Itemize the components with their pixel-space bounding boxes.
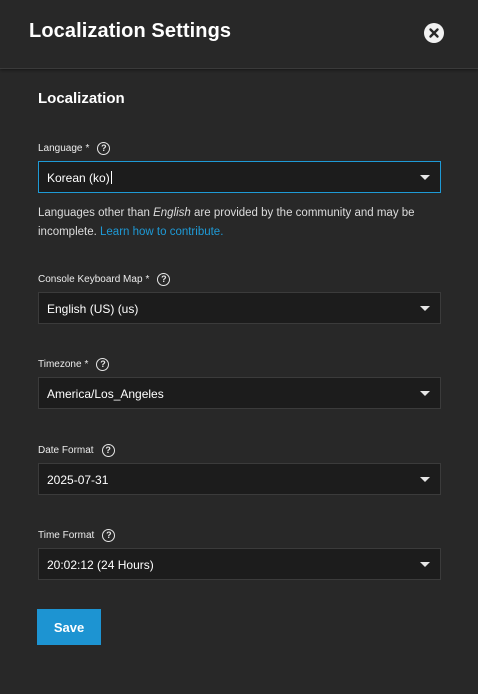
timezone-label-row: Timezone * ? — [38, 356, 441, 372]
language-hint: Languages other than English are provide… — [38, 204, 448, 242]
hint-emphasis: English — [153, 207, 191, 219]
time-format-select-value: 20:02:12 (24 Hours) — [47, 558, 154, 572]
timezone-select[interactable]: America/Los_Angeles — [38, 377, 441, 409]
keyboard-map-label: Console Keyboard Map — [38, 273, 143, 285]
date-format-label: Date Format — [38, 444, 94, 456]
time-format-field: Time Format ? 20:02:12 (24 Hours) — [38, 527, 441, 580]
time-format-select[interactable]: 20:02:12 (24 Hours) — [38, 548, 441, 580]
close-icon — [429, 28, 439, 38]
dialog-title: Localization Settings — [29, 20, 232, 42]
keyboard-map-select[interactable]: English (US) (us) — [38, 292, 441, 324]
chevron-down-icon — [420, 391, 430, 396]
time-format-label-row: Time Format ? — [38, 527, 441, 543]
hint-text-1: Languages other than — [38, 207, 154, 219]
required-mark: * — [145, 273, 150, 285]
language-select-value: Korean (ko) — [47, 171, 112, 185]
date-format-select-value: 2025-07-31 — [47, 473, 109, 487]
close-button[interactable] — [424, 23, 444, 43]
time-format-label: Time Format — [38, 529, 95, 541]
chevron-down-icon — [420, 175, 430, 180]
help-circle-icon[interactable]: ? — [102, 528, 116, 542]
help-circle-icon[interactable]: ? — [101, 443, 115, 457]
section-title: Localization — [38, 90, 125, 107]
chevron-down-icon — [420, 477, 430, 482]
date-format-label-row: Date Format ? — [38, 442, 441, 458]
keyboard-map-select-value: English (US) (us) — [47, 302, 139, 316]
language-label-row: Language * ? — [38, 140, 441, 156]
contribute-link[interactable]: Learn how to contribute. — [100, 226, 223, 238]
save-button[interactable]: Save — [37, 609, 101, 645]
language-label: Language — [38, 142, 83, 154]
chevron-down-icon — [420, 562, 430, 567]
required-mark: * — [84, 358, 89, 370]
timezone-label: Timezone — [38, 358, 82, 370]
dialog-header: Localization Settings — [0, 0, 478, 69]
text-cursor — [110, 171, 112, 184]
language-select[interactable]: Korean (ko) — [38, 161, 441, 193]
keyboard-map-label-row: Console Keyboard Map * ? — [38, 271, 441, 287]
help-circle-icon[interactable]: ? — [97, 141, 111, 155]
required-mark: * — [85, 142, 90, 154]
help-circle-icon[interactable]: ? — [96, 357, 110, 371]
date-format-field: Date Format ? 2025-07-31 — [38, 442, 441, 495]
timezone-field: Timezone * ? America/Los_Angeles — [38, 356, 441, 409]
date-format-select[interactable]: 2025-07-31 — [38, 463, 441, 495]
timezone-select-value: America/Los_Angeles — [47, 387, 164, 401]
language-field: Language * ? Korean (ko) — [38, 140, 441, 193]
help-circle-icon[interactable]: ? — [157, 272, 171, 286]
keyboard-map-field: Console Keyboard Map * ? English (US) (u… — [38, 271, 441, 324]
chevron-down-icon — [420, 306, 430, 311]
